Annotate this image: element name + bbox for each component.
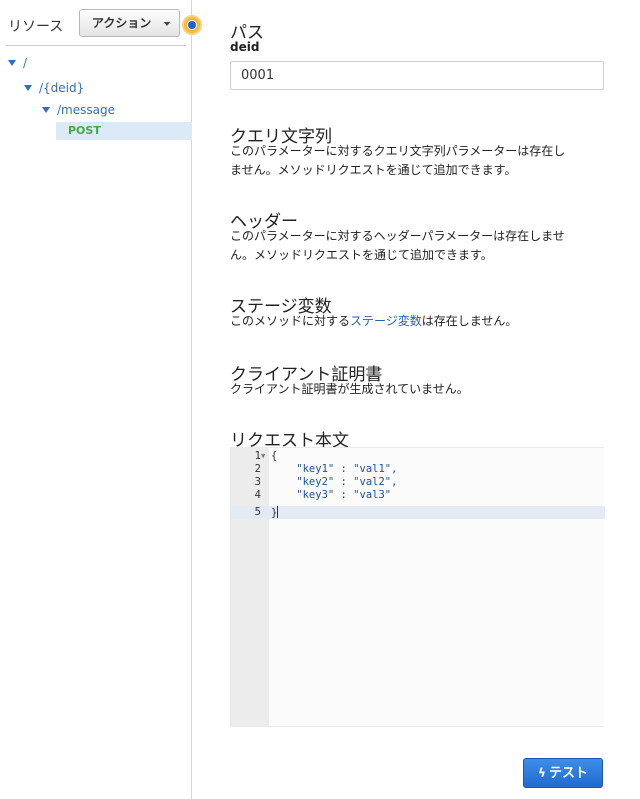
code-text: "key1" : "val1", xyxy=(271,463,398,475)
chevron-down-icon xyxy=(164,22,170,26)
tree-item-deid[interactable]: /{deid} xyxy=(24,79,84,97)
panel-resize-handle[interactable] xyxy=(182,15,202,35)
headers-description: このパラメーターに対するヘッダーパラメーターは存在しませ ん。メソッドリクエスト… xyxy=(230,227,610,265)
code-text: "key2" : "val2", xyxy=(271,476,398,488)
handle-dot-icon xyxy=(187,20,197,30)
line-number: 3 xyxy=(254,476,261,488)
code-line[interactable]: 3 "key2" : "val2", xyxy=(231,476,605,489)
query-desc-line: ません。メソッドリクエストを通じて追加できます。 xyxy=(230,163,517,177)
line-number: 5 xyxy=(254,506,261,518)
header-divider xyxy=(6,45,186,46)
code-text: "key3" : "val3" xyxy=(271,489,392,501)
deid-input[interactable] xyxy=(230,61,604,90)
resources-panel: リソース アクション / /{deid} /message POST xyxy=(0,0,192,799)
resources-header: リソース アクション xyxy=(0,0,192,46)
stage-desc-text: このメソッドに対する xyxy=(230,314,351,328)
expand-triangle-icon[interactable] xyxy=(24,85,32,91)
expand-triangle-icon[interactable] xyxy=(8,60,16,66)
query-desc-line: このパラメーターに対するクエリ文字列パラメーターは存在し xyxy=(230,144,566,158)
headers-desc-line: このパラメーターに対するヘッダーパラメーターは存在しませ xyxy=(230,229,565,243)
tree-item-label: /message xyxy=(57,103,115,117)
query-string-description: このパラメーターに対するクエリ文字列パラメーターは存在し ません。メソッドリクエ… xyxy=(230,142,610,180)
code-line[interactable]: 2 "key1" : "val1", xyxy=(231,463,605,476)
text-cursor xyxy=(277,506,279,518)
tree-item-post-method[interactable]: POST xyxy=(56,122,192,140)
actions-dropdown-button[interactable]: アクション xyxy=(79,9,180,37)
code-line[interactable]: 4 "key3" : "val3" xyxy=(231,489,605,502)
actions-label: アクション xyxy=(92,16,152,30)
lightning-icon: ϟ xyxy=(538,766,546,780)
line-number: 2 xyxy=(254,463,261,475)
tree-item-label: / xyxy=(23,56,28,70)
test-button[interactable]: ϟ テスト xyxy=(523,758,603,788)
stage-variables-link[interactable]: ステージ変数 xyxy=(350,314,422,328)
test-button-label: テスト xyxy=(548,766,588,781)
client-certificate-description: クライアント証明書が生成されていません。 xyxy=(230,382,469,396)
resources-label: リソース xyxy=(8,19,64,35)
tree-item-message[interactable]: /message xyxy=(42,101,115,119)
code-text: } xyxy=(271,506,279,520)
code-line-active[interactable]: 5 } xyxy=(231,506,605,519)
code-line[interactable]: 1 ▼ { xyxy=(231,450,605,463)
code-text: { xyxy=(271,450,278,462)
tree-item-label: /{deid} xyxy=(39,81,85,95)
expand-triangle-icon[interactable] xyxy=(42,107,50,113)
line-number: 4 xyxy=(254,489,261,501)
stage-variables-description: このメソッドに対するステージ変数は存在しません。 xyxy=(230,312,610,331)
path-param-name: deid xyxy=(230,40,260,54)
tree-item-root[interactable]: / xyxy=(8,54,27,72)
stage-desc-text: は存在しません。 xyxy=(421,314,518,328)
headers-desc-line: ん。メソッドリクエストを通じて追加できます。 xyxy=(230,248,493,262)
fold-arrow-icon[interactable]: ▼ xyxy=(261,450,265,463)
method-label: POST xyxy=(68,124,101,137)
request-body-editor[interactable]: 1 ▼ { 2 "key1" : "val1", 3 "key2" : "val… xyxy=(230,447,605,727)
line-number: 1 xyxy=(254,450,261,462)
